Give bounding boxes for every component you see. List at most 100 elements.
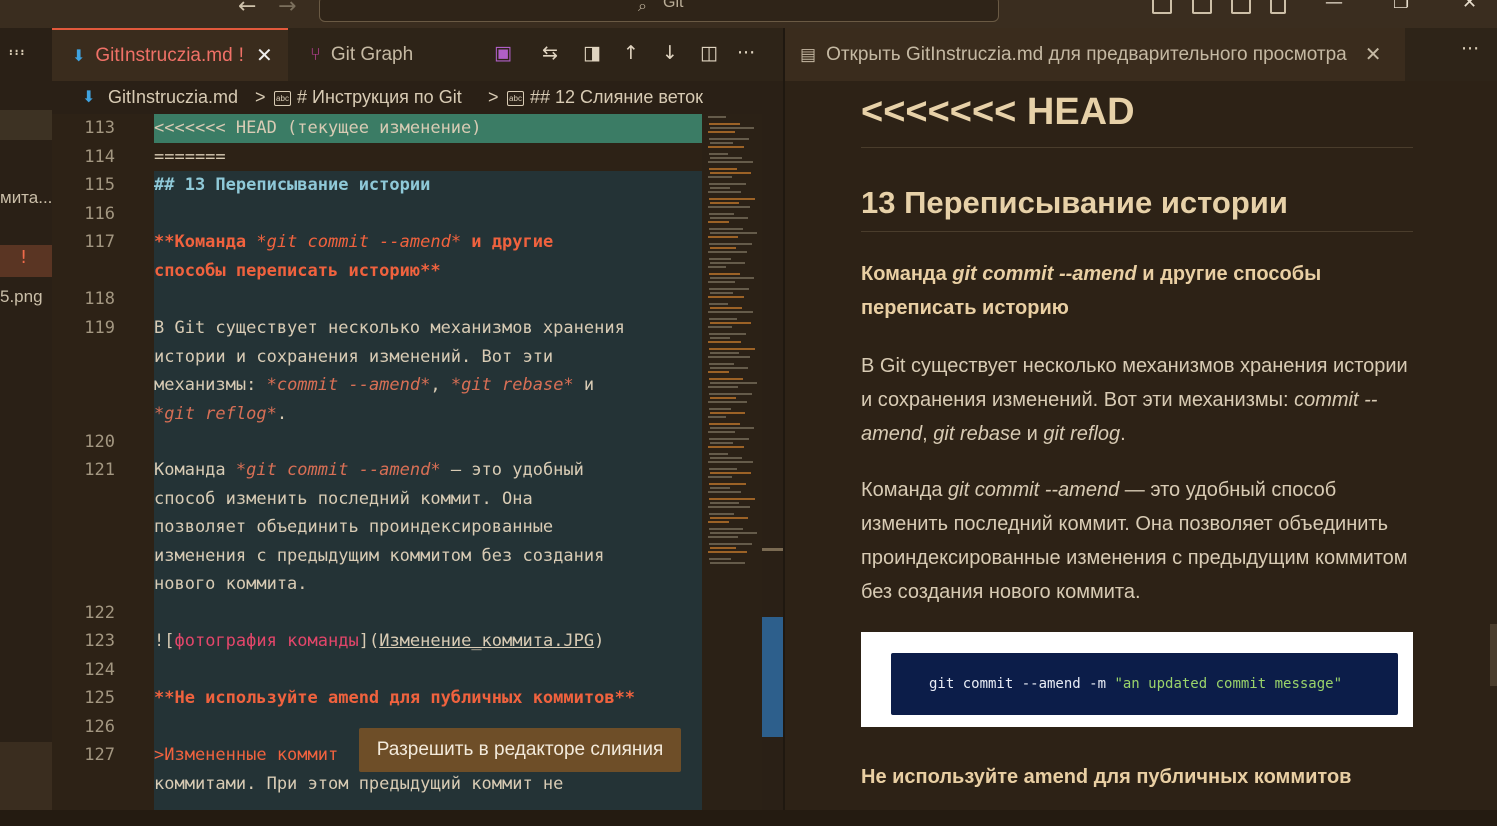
resolve-in-merge-editor-button[interactable]: Разрешить в редакторе слияния — [359, 728, 681, 772]
line-number: 113 — [84, 118, 115, 138]
minimap-line — [708, 296, 744, 298]
minimap-line — [709, 363, 734, 365]
minimap-line — [709, 213, 734, 215]
minimize-icon[interactable]: — — [1325, 0, 1343, 13]
code-editor[interactable]: 113 114 115 116 117 118 119 120 121 122 … — [52, 114, 702, 810]
breadcrumb-file[interactable]: GitInstruczia.md — [108, 87, 238, 108]
line-number: 114 — [84, 147, 115, 167]
line-number: 119 — [84, 318, 115, 338]
sidebar-item[interactable]: 5.png — [0, 287, 43, 307]
maximize-icon[interactable]: ❐ — [1393, 0, 1409, 13]
preview-paragraph-bold: Команда git commit --amend и другие спос… — [861, 263, 1322, 319]
editor-scroll-thumb[interactable] — [762, 617, 783, 737]
line-number: 118 — [84, 289, 115, 309]
minimap-line — [708, 551, 747, 553]
tab-label: GitInstruczia.md — [95, 44, 233, 66]
tab-label: Git Graph — [330, 43, 414, 65]
tab-label: Открыть GitInstruczia.md для предварител… — [826, 43, 1347, 65]
next-conflict-icon[interactable]: ↓ — [662, 42, 678, 64]
minimap-line — [708, 281, 735, 283]
preview-heading-2: 13 Переписывание истории — [861, 185, 1288, 220]
preview-heading-1: <<<<<<< HEAD — [861, 91, 1135, 133]
minimap-line — [708, 131, 735, 133]
minimap-line — [710, 457, 742, 459]
sidebar-selected-row[interactable] — [0, 110, 52, 140]
line-number: 121 — [84, 460, 115, 480]
customize-layout-icon[interactable] — [1270, 0, 1286, 14]
minimap-line — [708, 461, 753, 463]
minimap-line — [708, 476, 732, 478]
minimap-line — [708, 521, 729, 523]
sidebar-item[interactable]: мита... — [0, 188, 52, 208]
open-changes-icon[interactable]: ▣ — [494, 42, 512, 64]
toggle-panel-icon[interactable] — [1192, 0, 1212, 14]
sidebar-section — [0, 742, 52, 810]
breadcrumb-section-1[interactable]: abc # Инструкция по Git — [274, 87, 462, 108]
open-preview-icon[interactable]: ◨ — [583, 42, 601, 64]
minimap-line — [710, 397, 736, 399]
split-editor-icon[interactable]: ◫ — [700, 42, 718, 64]
code-line-121: Команда *git commit --amend* — это удобн… — [154, 460, 605, 594]
minimap-line — [710, 487, 730, 489]
toggle-secondary-sidebar-icon[interactable] — [1231, 0, 1251, 14]
minimap-line — [709, 258, 731, 260]
code-line-123: ![фотография команды](Изменение_коммита.… — [154, 631, 605, 651]
breadcrumb: ⬇ GitInstruczia.md > abc # Инструкция по … — [52, 81, 783, 114]
minimap-line — [708, 401, 747, 403]
minimap-line — [709, 378, 743, 380]
toggle-sidebar-icon[interactable] — [1152, 0, 1172, 14]
line-number: 116 — [84, 204, 115, 224]
minimap-line — [710, 382, 757, 384]
minimap-line — [708, 251, 747, 253]
breadcrumb-section-2[interactable]: abc ## 12 Слияние веток — [507, 87, 703, 108]
tab-git-graph[interactable]: ⑂ Git Graph — [288, 28, 478, 81]
line-number: 117 — [84, 232, 115, 252]
more-actions-icon[interactable]: ··· — [737, 42, 755, 64]
minimap-line — [708, 116, 726, 118]
forward-arrow-icon[interactable]: → — [278, 0, 296, 19]
markdown-file-icon: ⬇ — [72, 47, 86, 65]
close-window-icon[interactable]: ✕ — [1462, 0, 1477, 13]
minimap-line — [709, 123, 740, 125]
minimap-line — [708, 161, 753, 163]
search-label: Git — [663, 0, 684, 11]
minimap-line — [710, 337, 730, 339]
minimap-line — [710, 202, 739, 204]
minimap-line — [709, 558, 731, 560]
code-line-separator: ======= — [154, 147, 226, 167]
preview-scroll-thumb[interactable] — [1490, 624, 1497, 686]
minimap-line — [710, 352, 739, 354]
compare-changes-icon[interactable]: ⇆ — [542, 42, 558, 64]
minimap-line — [710, 442, 733, 444]
more-actions-icon[interactable]: ··· — [1461, 38, 1479, 60]
minimap-line — [708, 386, 738, 388]
minimap-line — [710, 502, 739, 504]
line-number: 123 — [84, 631, 115, 651]
minimap-line — [708, 446, 744, 448]
back-arrow-icon[interactable]: ← — [238, 0, 256, 19]
search-icon: ⌕ — [638, 0, 647, 15]
title-bar: ← → ⌕ Git — ❐ ✕ — [0, 0, 1497, 28]
minimap-line — [709, 288, 749, 290]
tab-gitinstruczia[interactable]: ⬇ GitInstruczia.md ! ✕ — [52, 28, 288, 81]
minimap-line — [710, 367, 748, 369]
minimap-line — [709, 243, 752, 245]
minimap-line — [709, 408, 731, 410]
conflict-icon: ! — [20, 247, 28, 268]
tab-preview[interactable]: ▤ Открыть GitInstruczia.md для предварит… — [785, 28, 1405, 81]
minimap-line — [710, 532, 757, 534]
minimap-line — [710, 262, 745, 264]
line-number: 120 — [84, 432, 115, 452]
line-number: 126 — [84, 717, 115, 737]
minimap[interactable] — [702, 114, 762, 810]
sidebar-more-icon[interactable]: ··· — [8, 44, 25, 65]
minimap-line — [709, 468, 737, 470]
close-tab-icon[interactable]: ✕ — [1365, 42, 1382, 67]
close-tab-icon[interactable]: ✕ — [256, 43, 273, 68]
minimap-line — [710, 517, 748, 519]
code-line-119: В Git существует несколько механизмов хр… — [154, 318, 625, 424]
command-center-search[interactable]: ⌕ Git — [319, 0, 999, 22]
previous-conflict-icon[interactable]: ↑ — [623, 42, 639, 64]
preview-paragraph: Команда git commit --amend — это удобный… — [861, 479, 1408, 603]
code-line-117: **Команда *git commit --amend* и другие … — [154, 232, 554, 281]
